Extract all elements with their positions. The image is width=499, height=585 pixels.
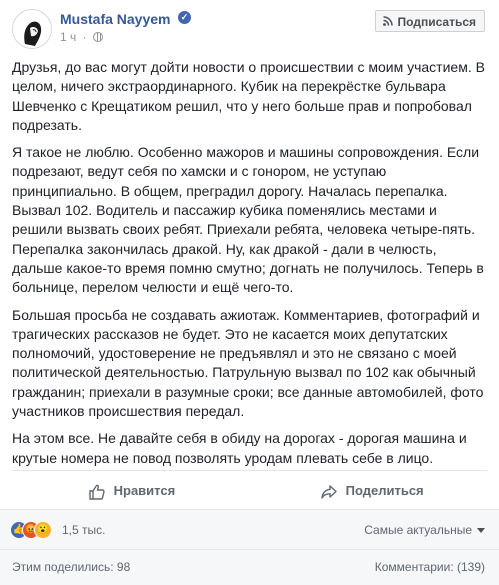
rss-icon xyxy=(382,16,393,26)
reactions-bar: 👍 😡 😮 1,5 тыс. Самые актуальные xyxy=(0,509,499,550)
like-button[interactable]: Нравится xyxy=(88,481,175,501)
post-time[interactable]: 1 ч xyxy=(60,30,76,44)
share-label: Поделиться xyxy=(345,483,424,498)
post-paragraph: Я такое не люблю. Особенно мажоров и маш… xyxy=(12,144,484,296)
post-footer: Этим поделились: 98 Комментарии: (139) xyxy=(0,549,499,585)
share-count[interactable]: Этим поделились: 98 xyxy=(12,560,130,574)
subscribe-button[interactable]: Подписаться xyxy=(374,10,485,32)
comment-sort-dropdown[interactable]: Самые актуальные xyxy=(364,523,485,537)
sort-label: Самые актуальные xyxy=(364,523,472,537)
post-actions: Нравится Поделиться xyxy=(12,470,487,509)
share-arrow-icon xyxy=(321,484,337,499)
post-paragraph: Друзья, до вас могут дойти новости о про… xyxy=(12,59,485,133)
reaction-count[interactable]: 1,5 тыс. xyxy=(62,523,105,537)
post-body: Друзья, до вас могут дойти новости о про… xyxy=(12,58,490,476)
share-button[interactable]: Поделиться xyxy=(320,481,424,501)
post-header: Mustafa Nayyem ✓ 1 ч · Подписаться xyxy=(0,0,499,52)
post-paragraph: На этом все. Не давайте себя в обиду на … xyxy=(12,430,467,466)
globe-icon[interactable] xyxy=(92,32,103,42)
meta-separator: · xyxy=(82,30,87,44)
author-name[interactable]: Mustafa Nayyem xyxy=(60,11,171,27)
avatar-image xyxy=(13,10,51,48)
post-paragraph: Большая просьба не создавать ажиотаж. Ко… xyxy=(12,306,484,420)
verified-badge-icon: ✓ xyxy=(178,11,191,24)
like-label: Нравится xyxy=(113,483,176,498)
facebook-post: Mustafa Nayyem ✓ 1 ч · Подписаться Друзь… xyxy=(0,0,499,585)
comment-count[interactable]: Комментарии: (139) xyxy=(375,560,485,574)
post-meta: 1 ч · xyxy=(60,30,103,44)
caret-down-icon xyxy=(477,528,485,534)
thumbs-up-icon xyxy=(89,484,105,500)
subscribe-label: Подписаться xyxy=(397,15,476,29)
wow-reaction-icon: 😮 xyxy=(34,521,52,539)
author-avatar[interactable] xyxy=(12,9,52,49)
